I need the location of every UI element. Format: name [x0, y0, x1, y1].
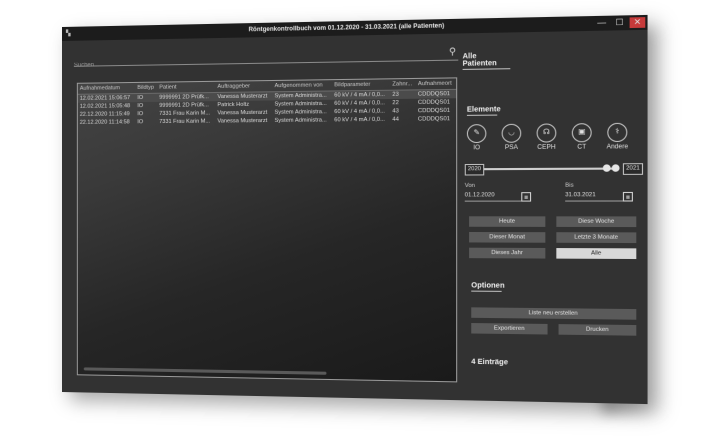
all-button[interactable]: Alle	[556, 248, 637, 260]
this-year-button[interactable]: Dieses Jahr	[469, 247, 546, 259]
element-psa[interactable]: ◡ PSA	[499, 123, 523, 152]
table-cell: 22.12.2020 11:14:58	[79, 119, 130, 126]
export-button[interactable]: Exportieren	[471, 323, 548, 335]
year-from-box: 2020	[464, 163, 485, 176]
year-range-slider[interactable]	[484, 167, 617, 171]
column-header[interactable]: Patient	[157, 81, 216, 94]
calendar-icon[interactable]: ▦	[622, 191, 633, 202]
elements-heading: Elemente	[466, 106, 501, 116]
table-cell: IO	[137, 103, 144, 110]
options-heading: Optionen	[471, 282, 505, 292]
table-cell: 22	[392, 99, 399, 107]
all-patients-heading[interactable]: Alle Patienten	[462, 52, 511, 70]
column-header[interactable]: Aufnahmedatum	[77, 82, 136, 95]
ceph-icon: ☊	[536, 123, 557, 143]
table-cell: 60 kV / 4 mA / 0,0...	[334, 116, 385, 124]
column-header[interactable]: Bildtyp	[135, 82, 158, 94]
slider-handle-end[interactable]	[611, 164, 620, 172]
ct-icon: ▣	[571, 123, 592, 143]
other-icon: ⚕	[607, 122, 628, 143]
element-label: Andere	[606, 144, 629, 151]
slider-handle-start[interactable]	[602, 164, 611, 172]
column-header[interactable]: Bildparameter	[332, 79, 391, 91]
panorama-icon: ◡	[501, 123, 522, 143]
element-label: CEPH	[537, 144, 556, 152]
tooth-io-icon: ✎	[466, 124, 487, 144]
entry-count: 4 Einträge	[471, 358, 508, 367]
column-header[interactable]: Zahnr...	[390, 78, 416, 91]
rebuild-list-button[interactable]: Liste neu erstellen	[471, 307, 637, 320]
column-header[interactable]: Aufnahmeort	[415, 78, 457, 90]
bis-date-field[interactable]: 31.03.2021	[565, 189, 632, 202]
this-month-button[interactable]: Dieser Monat	[469, 231, 546, 243]
search-bar: ⚲	[73, 46, 459, 71]
element-ceph[interactable]: ☊ CEPH	[534, 123, 558, 151]
element-io[interactable]: ✎ IO	[465, 124, 489, 151]
table-cell: IO	[137, 119, 144, 126]
element-ct[interactable]: ▣ CT	[570, 123, 594, 151]
column-header[interactable]: Aufgenommen von	[272, 80, 333, 92]
today-button[interactable]: Heute	[469, 216, 546, 227]
table-cell: System Administra...	[274, 117, 327, 124]
table-cell: CDDDQS01	[417, 116, 451, 123]
column-header[interactable]: Auftraggeber	[215, 81, 273, 93]
element-andere[interactable]: ⚕ Andere	[605, 122, 630, 151]
search-input[interactable]	[73, 54, 424, 71]
table-cell: IO	[137, 111, 144, 118]
von-label: Von	[464, 182, 476, 190]
element-label: IO	[473, 145, 481, 152]
calendar-icon[interactable]: ▦	[521, 192, 532, 202]
table-cell: 43	[392, 108, 399, 115]
records-table: Aufnahmedatum Bildtyp Patient Auftraggeb…	[76, 77, 458, 383]
print-button[interactable]: Drucken	[558, 324, 637, 336]
table-cell: 7331 Frau Karin M...	[159, 118, 211, 126]
bis-label: Bis	[565, 182, 574, 189]
element-label: CT	[577, 144, 587, 151]
table-cell: 23	[390, 89, 416, 100]
search-icon[interactable]: ⚲	[449, 46, 456, 58]
last-3-months-button[interactable]: Letzte 3 Monate	[556, 232, 637, 244]
horizontal-scrollbar[interactable]	[83, 367, 327, 375]
element-label: PSA	[504, 144, 518, 152]
table-cell: Vanessa Musterarzt	[217, 117, 268, 125]
filter-panel: Alle Patienten Elemente ✎ IO ◡ PSA ☊ CEP…	[462, 15, 648, 404]
table-cell: 44	[392, 116, 399, 123]
table-cell: IO	[135, 93, 158, 103]
this-week-button[interactable]: Diese Woche	[556, 216, 637, 228]
app-window: ▚ Röntgenkontrollbuch vom 01.12.2020 - 3…	[62, 14, 648, 405]
year-to-box: 2021	[622, 163, 644, 175]
von-date-field[interactable]: 01.12.2020	[464, 190, 530, 202]
